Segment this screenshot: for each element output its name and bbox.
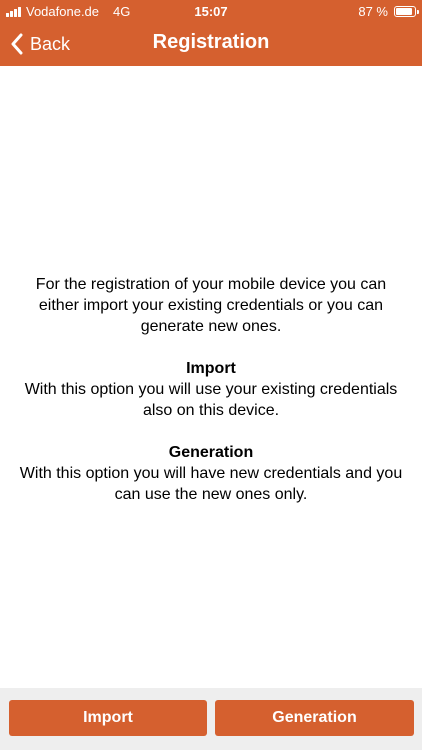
generation-description: With this option you will have new crede… <box>19 465 403 503</box>
battery-icon <box>394 6 419 17</box>
status-right: 87 % <box>358 4 419 19</box>
import-button[interactable]: Import <box>9 700 207 736</box>
registration-screen: Vodafone.de 4G 15:07 87 % Back Registrat… <box>0 0 422 750</box>
generation-button[interactable]: Generation <box>215 700 414 736</box>
footer-actions: Import Generation <box>0 688 422 750</box>
intro-text: For the registration of your mobile devi… <box>35 276 387 335</box>
navigation-bar: Back Registration <box>0 22 422 66</box>
generation-heading: Generation <box>168 444 254 461</box>
battery-percentage: 87 % <box>358 4 388 19</box>
content-area: For the registration of your mobile devi… <box>0 66 422 688</box>
import-description: With this option you will use your exist… <box>24 381 398 419</box>
battery-level <box>396 8 412 15</box>
header: Vodafone.de 4G 15:07 87 % Back Registrat… <box>0 0 422 66</box>
import-section: Import With this option you will use you… <box>14 358 408 421</box>
import-heading: Import <box>186 360 236 377</box>
page-title: Registration <box>152 31 270 53</box>
generation-section: Generation With this option you will hav… <box>14 442 408 505</box>
status-bar: Vodafone.de 4G 15:07 87 % <box>0 0 422 22</box>
registration-info: For the registration of your mobile devi… <box>14 274 408 526</box>
